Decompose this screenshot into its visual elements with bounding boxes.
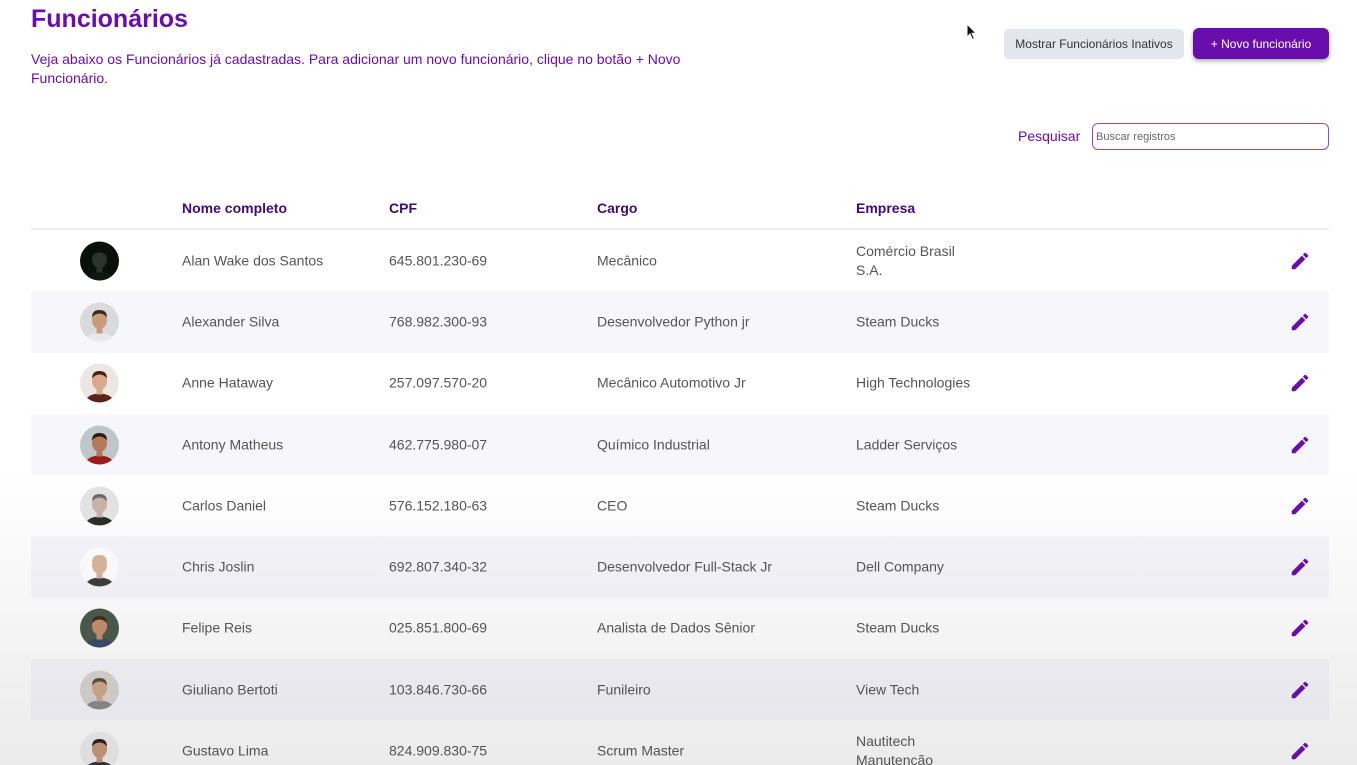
avatar (80, 302, 119, 342)
table-row: Carlos Daniel 576.152.180-63 CEO Steam Duck… (31, 475, 1329, 536)
search-input[interactable] (1092, 123, 1329, 150)
employee-cargo: CEO (597, 497, 628, 514)
avatar (80, 425, 119, 465)
pencil-icon[interactable] (1289, 556, 1311, 578)
employee-empresa: High Technologies (856, 374, 971, 391)
employee-empresa: Comércio Brasil S.A. (856, 242, 955, 278)
employee-cpf: 692.807.340-32 (389, 558, 488, 575)
employee-name: Alan Wake dos Santos (182, 252, 324, 269)
table-row: Antony Matheus 462.775.980-07 Químico Indu… (31, 413, 1329, 476)
employee-empresa: Steam Ducks (856, 497, 940, 514)
employee-cargo: Químico Industrial (597, 436, 710, 453)
employee-cpf: 025.851.800-69 (389, 619, 488, 636)
employee-empresa: Steam Ducks (856, 619, 940, 636)
employee-name: Chris Joslin (182, 558, 255, 575)
avatar (80, 363, 119, 403)
search-label: Pesquisar (1018, 128, 1081, 144)
employee-cargo: Analista de Dados Sênior (597, 619, 755, 636)
employee-empresa: Ladder Serviços (856, 436, 958, 453)
table-row: Alexander Silva 768.982.300-93 Desenvolved… (31, 291, 1329, 353)
table-row: Giuliano Bertoti 103.846.730-66 Funileiro V… (31, 659, 1329, 721)
table-row: Alan Wake dos Santos 645.801.230-69 Mecâni… (31, 230, 1329, 291)
employee-cpf: 768.982.300-93 (389, 313, 488, 330)
avatar (80, 670, 119, 710)
pencil-icon[interactable] (1289, 740, 1311, 762)
employees-page: Funcionários Veja abaixo os Funcionários… (0, 0, 1357, 765)
pencil-icon[interactable] (1289, 311, 1311, 333)
column-header-cpf: CPF (389, 200, 417, 216)
employee-cpf: 824.909.830-75 (389, 742, 488, 759)
table-header: Nome completo CPF Cargo Empresa (31, 190, 1329, 230)
employee-empresa: View Tech (856, 681, 920, 698)
pencil-icon[interactable] (1289, 495, 1311, 517)
employee-cpf: 257.097.570-20 (389, 374, 488, 391)
employee-cpf: 576.152.180-63 (389, 497, 488, 514)
employee-empresa: Nautitech Manutenção (856, 733, 934, 765)
employee-name: Antony Matheus (182, 436, 284, 453)
employee-name: Anne Hataway (182, 374, 274, 391)
pencil-icon[interactable] (1289, 372, 1311, 394)
avatar (80, 241, 119, 281)
employee-name: Carlos Daniel (182, 497, 267, 514)
employee-cargo: Scrum Master (597, 742, 685, 759)
employee-name: Alexander Silva (182, 313, 280, 330)
employee-cargo: Mecânico Automotivo Jr (597, 374, 746, 391)
mouse-pointer-icon (966, 23, 978, 41)
employee-empresa: Dell Company (856, 558, 944, 575)
employee-empresa: Steam Ducks (856, 313, 940, 330)
avatar (80, 608, 119, 648)
employee-cargo: Desenvolvedor Python jr (597, 313, 750, 330)
employee-name: Giuliano Bertoti (182, 681, 278, 698)
employee-name: Felipe Reis (182, 619, 253, 636)
new-employee-button[interactable]: + Novo funcionário (1193, 28, 1329, 59)
employee-cpf: 103.846.730-66 (389, 681, 488, 698)
table-body: Alan Wake dos Santos 645.801.230-69 Mecâni… (31, 230, 1329, 765)
employee-cargo: Funileiro (597, 681, 651, 698)
column-header-name: Nome completo (182, 200, 288, 216)
employee-cargo: Mecânico (597, 252, 657, 269)
pencil-icon[interactable] (1289, 617, 1311, 639)
pencil-icon[interactable] (1289, 250, 1311, 272)
employee-cpf: 462.775.980-07 (389, 436, 488, 453)
show-inactive-button[interactable]: Mostrar Funcionários Inativos (1004, 29, 1184, 59)
table-row: Felipe Reis 025.851.800-69 Analista de Dad… (31, 598, 1329, 659)
column-header-cargo: Cargo (597, 200, 638, 216)
column-header-empresa: Empresa (856, 200, 916, 216)
employees-table: Nome completo CPF Cargo Empresa Alan Wak… (31, 190, 1329, 765)
employee-cargo: Desenvolvedor Full-Stack Jr (597, 558, 773, 575)
page-subtitle: Veja abaixo os Funcionários já cadastrad… (31, 51, 681, 86)
employee-name: Gustavo Lima (182, 742, 269, 759)
avatar (80, 547, 119, 587)
table-row: Gustavo Lima 824.909.830-75 Scrum Master Na… (31, 720, 1329, 765)
table-row: Anne Hataway 257.097.570-20 Mecânico Autom… (31, 353, 1329, 414)
employee-cpf: 645.801.230-69 (389, 252, 488, 269)
avatar (80, 486, 119, 526)
table-row: Chris Joslin 692.807.340-32 Desenvolvedor … (31, 536, 1329, 598)
pencil-icon[interactable] (1289, 679, 1311, 701)
pencil-icon[interactable] (1289, 434, 1311, 456)
avatar (80, 731, 119, 765)
page-title: Funcionários (31, 5, 188, 33)
